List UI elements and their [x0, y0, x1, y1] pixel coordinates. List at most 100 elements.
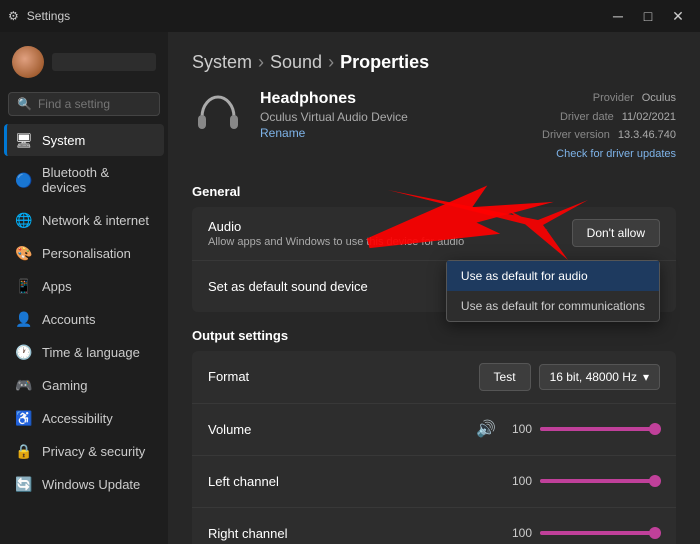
volume-fill — [540, 427, 660, 431]
format-row-left: Format — [208, 369, 249, 384]
dropdown-item-default-audio[interactable]: Use as default for audio — [447, 261, 659, 291]
title-bar-controls: ─ □ ✕ — [604, 2, 692, 30]
volume-slider-container: 100 — [504, 422, 660, 436]
driver-date-value: 11/02/2021 — [622, 111, 676, 123]
audio-dropdown-popup: Use as default for audio Use as default … — [446, 260, 660, 322]
right-channel-label: Right channel — [208, 526, 288, 541]
volume-label: Volume — [208, 422, 251, 437]
default-sound-label: Set as default sound device — [208, 279, 368, 294]
format-row: Format Test 16 bit, 48000 Hz ▾ — [192, 351, 676, 403]
sidebar-label-accounts: Accounts — [42, 312, 95, 327]
sidebar-label-gaming: Gaming — [42, 378, 88, 393]
maximize-button[interactable]: □ — [634, 2, 662, 30]
sidebar-item-network[interactable]: 🌐 Network & internet — [4, 204, 164, 236]
breadcrumb-current: Properties — [340, 52, 429, 73]
network-icon: 🌐 — [16, 212, 32, 228]
test-button[interactable]: Test — [479, 363, 531, 391]
gaming-icon: 🎮 — [16, 377, 32, 393]
volume-row: Volume 🔊 100 — [192, 403, 676, 455]
sidebar-label-bluetooth: Bluetooth & devices — [42, 165, 152, 195]
breadcrumb-system[interactable]: System — [192, 52, 252, 73]
privacy-icon: 🔒 — [16, 443, 32, 459]
left-channel-row-right: 100 — [504, 474, 660, 488]
accounts-icon: 👤 — [16, 311, 32, 327]
apps-icon: 📱 — [16, 278, 32, 294]
sidebar-item-time[interactable]: 🕐 Time & language — [4, 336, 164, 368]
dropdown-item-default-comms[interactable]: Use as default for communications — [447, 291, 659, 321]
audio-label: Audio — [208, 219, 464, 234]
volume-row-right: 🔊 100 — [476, 419, 660, 439]
audio-row-left: Audio Allow apps and Windows to use this… — [208, 219, 464, 248]
accessibility-icon: ♿ — [16, 410, 32, 426]
rename-link[interactable]: Rename — [260, 126, 408, 140]
volume-slider[interactable] — [540, 427, 660, 431]
sidebar-item-bluetooth[interactable]: 🔵 Bluetooth & devices — [4, 157, 164, 203]
volume-value: 100 — [504, 422, 532, 436]
sidebar-item-gaming[interactable]: 🎮 Gaming — [4, 369, 164, 401]
dont-allow-button[interactable]: Don't allow — [572, 219, 660, 247]
search-box[interactable]: 🔍 — [8, 92, 160, 116]
sidebar-label-network: Network & internet — [42, 213, 149, 228]
sidebar-label-system: System — [42, 133, 85, 148]
check-driver-link[interactable]: Check for driver updates — [556, 148, 676, 160]
volume-icon: 🔊 — [476, 419, 496, 439]
settings-icon: ⚙ — [8, 9, 19, 23]
left-slider-container: 100 — [504, 474, 660, 488]
format-label: Format — [208, 369, 249, 384]
right-channel-slider[interactable] — [540, 531, 660, 535]
sidebar-label-time: Time & language — [42, 345, 140, 360]
sidebar-label-update: Windows Update — [42, 477, 140, 492]
title-bar-left: ⚙ Settings — [8, 9, 70, 23]
personalisation-icon: 🎨 — [16, 245, 32, 261]
format-dropdown[interactable]: 16 bit, 48000 Hz ▾ — [539, 364, 660, 390]
bluetooth-icon: 🔵 — [16, 172, 32, 188]
breadcrumb: System › Sound › Properties — [192, 52, 676, 73]
username-box — [52, 53, 156, 71]
left-fill — [540, 479, 660, 483]
sidebar-item-accessibility[interactable]: ♿Accessibility — [4, 402, 164, 434]
left-channel-slider[interactable] — [540, 479, 660, 483]
right-channel-row-left: Right channel — [208, 526, 288, 541]
device-meta: ProviderOculus Driver date11/02/2021 Dri… — [542, 89, 676, 164]
left-channel-value: 100 — [504, 474, 532, 488]
sidebar-label-apps: Apps — [42, 279, 72, 294]
volume-thumb[interactable] — [649, 423, 661, 435]
left-channel-row: Left channel 100 — [192, 455, 676, 507]
device-info: Headphones Oculus Virtual Audio Device R… — [192, 89, 408, 141]
search-input[interactable] — [38, 97, 151, 111]
time-icon: 🕐 — [16, 344, 32, 360]
sidebar-item-accounts[interactable]: 👤 Accounts — [4, 303, 164, 335]
system-icon: 🖥 — [16, 132, 32, 148]
headphones-icon — [192, 89, 244, 141]
general-card: Audio Allow apps and Windows to use this… — [192, 207, 676, 312]
sidebar: 🔍 🖥 System 🔵 Bluetooth & devices 🌐 Network & … — [0, 32, 168, 544]
driver-date-label: Driver date — [560, 111, 614, 123]
driver-version-value: 13.3.46.740 — [618, 129, 676, 141]
sidebar-item-system[interactable]: 🖥 System — [4, 124, 164, 156]
device-text: Headphones Oculus Virtual Audio Device R… — [260, 90, 408, 140]
right-thumb[interactable] — [649, 527, 661, 539]
audio-row-right: Don't allow — [572, 219, 660, 247]
breadcrumb-sound[interactable]: Sound — [270, 52, 322, 73]
right-slider-container: 100 — [504, 526, 660, 540]
device-subtitle: Oculus Virtual Audio Device — [260, 110, 408, 124]
left-channel-label: Left channel — [208, 474, 279, 489]
sidebar-item-update[interactable]: 🔄 Windows Update — [4, 468, 164, 500]
minimize-button[interactable]: ─ — [604, 2, 632, 30]
sidebar-nav: 🖥 System 🔵 Bluetooth & devices 🌐 Network & in… — [0, 124, 168, 501]
output-section-title: Output settings — [192, 328, 676, 343]
driver-version-label: Driver version — [542, 129, 610, 141]
audio-row: Audio Allow apps and Windows to use this… — [192, 207, 676, 260]
avatar — [12, 46, 44, 78]
sidebar-item-apps[interactable]: 📱 Apps — [4, 270, 164, 302]
content-area: System › Sound › Properties Headphones O… — [168, 32, 700, 544]
sidebar-item-privacy[interactable]: 🔒Privacy & security — [4, 435, 164, 467]
left-thumb[interactable] — [649, 475, 661, 487]
device-name: Headphones — [260, 90, 408, 108]
sidebar-item-personalisation[interactable]: 🎨 Personalisation — [4, 237, 164, 269]
format-row-right: Test 16 bit, 48000 Hz ▾ — [479, 363, 660, 391]
sidebar-label-personalisation: Personalisation — [42, 246, 131, 261]
close-button[interactable]: ✕ — [664, 2, 692, 30]
update-icon: 🔄 — [16, 476, 32, 492]
audio-desc: Allow apps and Windows to use this devic… — [208, 236, 464, 248]
